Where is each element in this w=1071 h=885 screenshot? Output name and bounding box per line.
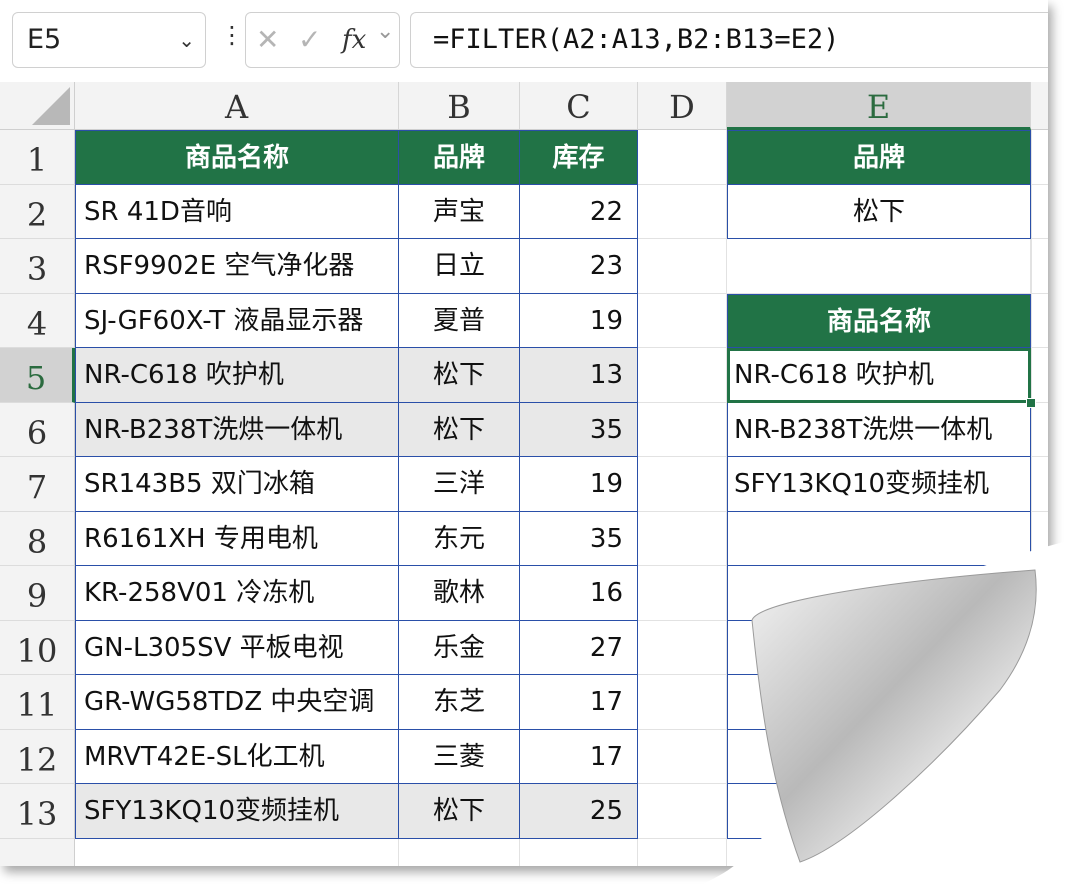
cell-brand[interactable]: 日立 <box>399 239 520 294</box>
header-product-name[interactable]: 商品名称 <box>75 130 399 185</box>
cell-product-name[interactable]: SJ-GF60X-T 液晶显示器 <box>75 293 399 348</box>
cell-stock[interactable]: 19 <box>520 293 638 348</box>
cell-brand[interactable]: 东元 <box>399 511 520 566</box>
cell-product-name[interactable]: KR-258V01 冷冻机 <box>75 566 399 621</box>
empty-result-cell[interactable] <box>727 675 1031 730</box>
cell-product-name[interactable]: SR143B5 双门冰箱 <box>75 457 399 512</box>
insert-function-icon[interactable]: fx <box>342 25 366 55</box>
fill-handle[interactable] <box>1026 397 1036 408</box>
cell-product-name[interactable]: R6161XH 专用电机 <box>75 511 399 566</box>
cell-stock[interactable]: 16 <box>520 566 638 621</box>
cell-brand[interactable]: 三菱 <box>399 729 520 784</box>
cell-brand[interactable]: 声宝 <box>399 184 520 239</box>
column-header-e[interactable]: E <box>727 82 1031 130</box>
row-header-4[interactable]: 4 <box>0 293 75 348</box>
row-header-2[interactable]: 2 <box>0 184 75 239</box>
cell-stock[interactable]: 17 <box>520 675 638 730</box>
formula-controls: ✕ ✓ fx ⌄ <box>245 12 400 68</box>
cell-brand[interactable]: 松下 <box>399 348 520 403</box>
header-brand[interactable]: 品牌 <box>399 130 520 185</box>
column-header-extra[interactable] <box>1031 82 1048 130</box>
row-header-6[interactable]: 6 <box>0 402 75 457</box>
formula-input[interactable]: =FILTER(A2:A13,B2:B13=E2) <box>410 12 1048 68</box>
empty-result-cell[interactable] <box>727 620 1031 675</box>
row-header-1[interactable]: 1 <box>0 130 75 185</box>
cell-product-name[interactable]: NR-B238T洗烘一体机 <box>75 402 399 457</box>
column-header-b[interactable]: B <box>399 82 520 130</box>
cancel-icon[interactable]: ✕ <box>256 23 279 56</box>
enter-icon[interactable]: ✓ <box>298 23 321 56</box>
row-header-3[interactable]: 3 <box>0 239 75 294</box>
cell-product-name[interactable]: MRVT42E-SL化工机 <box>75 729 399 784</box>
gridline-vertical <box>1031 130 1032 866</box>
column-header-a[interactable]: A <box>75 82 399 130</box>
cell-stock[interactable]: 19 <box>520 457 638 512</box>
cell-product-name[interactable]: SFY13KQ10变频挂机 <box>75 784 399 839</box>
header-stock[interactable]: 库存 <box>520 130 638 185</box>
row-header-10[interactable]: 10 <box>0 620 75 675</box>
result-cell[interactable]: NR-B238T洗烘一体机 <box>727 402 1031 457</box>
row-header-14[interactable] <box>0 838 75 866</box>
row-header-7[interactable]: 7 <box>0 457 75 512</box>
cell-product-name[interactable]: RSF9902E 空气净化器 <box>75 239 399 294</box>
result-cell[interactable]: NR-C618 吹护机 <box>727 348 1031 403</box>
name-box-value: E5 <box>27 24 62 55</box>
formula-bar: E5 ⌄ ⋮ ✕ ✓ fx ⌄ =FILTER(A2:A13,B2:B13=E2… <box>0 0 1048 82</box>
empty-result-cell[interactable] <box>727 566 1031 621</box>
cell-stock[interactable]: 25 <box>520 784 638 839</box>
empty-result-cell[interactable] <box>727 729 1031 784</box>
cell-brand[interactable]: 夏普 <box>399 293 520 348</box>
cell-product-name[interactable]: GN-L305SV 平板电视 <box>75 620 399 675</box>
cell-brand[interactable]: 松下 <box>399 784 520 839</box>
column-header-d[interactable]: D <box>638 82 727 130</box>
column-header-c[interactable]: C <box>520 82 638 130</box>
chevron-down-icon[interactable]: ⌄ <box>376 19 394 44</box>
cell-stock[interactable]: 22 <box>520 184 638 239</box>
row-header-12[interactable]: 12 <box>0 729 75 784</box>
cell-stock[interactable]: 27 <box>520 620 638 675</box>
result-header[interactable]: 商品名称 <box>727 293 1031 348</box>
row-header-13[interactable]: 13 <box>0 784 75 839</box>
spreadsheet-window: E5 ⌄ ⋮ ✕ ✓ fx ⌄ =FILTER(A2:A13,B2:B13=E2… <box>0 0 1048 866</box>
criteria-value-cell[interactable]: 松下 <box>727 184 1031 239</box>
cell-product-name[interactable]: NR-C618 吹护机 <box>75 348 399 403</box>
row-header-5[interactable]: 5 <box>0 348 75 403</box>
row-header-8[interactable]: 8 <box>0 511 75 566</box>
cell-brand[interactable]: 三洋 <box>399 457 520 512</box>
chevron-down-icon[interactable]: ⌄ <box>178 13 195 67</box>
more-options-icon[interactable]: ⋮ <box>220 23 244 58</box>
result-cell[interactable]: SFY13KQ10变频挂机 <box>727 457 1031 512</box>
select-all-button[interactable] <box>0 82 75 130</box>
cell-brand[interactable]: 东芝 <box>399 675 520 730</box>
cell-brand[interactable]: 歌林 <box>399 566 520 621</box>
cell-stock[interactable]: 17 <box>520 729 638 784</box>
row-header-9[interactable]: 9 <box>0 566 75 621</box>
cell-brand[interactable]: 松下 <box>399 402 520 457</box>
empty-result-cell[interactable] <box>727 511 1031 566</box>
empty-result-cell[interactable] <box>727 784 1031 839</box>
name-box[interactable]: E5 ⌄ <box>12 12 206 68</box>
cell-stock[interactable]: 35 <box>520 402 638 457</box>
cell-stock[interactable]: 35 <box>520 511 638 566</box>
criteria-header[interactable]: 品牌 <box>727 130 1031 185</box>
row-header-11[interactable]: 11 <box>0 675 75 730</box>
cell-stock[interactable]: 13 <box>520 348 638 403</box>
select-all-triangle-icon <box>32 87 70 125</box>
cell-product-name[interactable]: GR-WG58TDZ 中央空调 <box>75 675 399 730</box>
cell-product-name[interactable]: SR 41D音响 <box>75 184 399 239</box>
cell-stock[interactable]: 23 <box>520 239 638 294</box>
cell-brand[interactable]: 乐金 <box>399 620 520 675</box>
